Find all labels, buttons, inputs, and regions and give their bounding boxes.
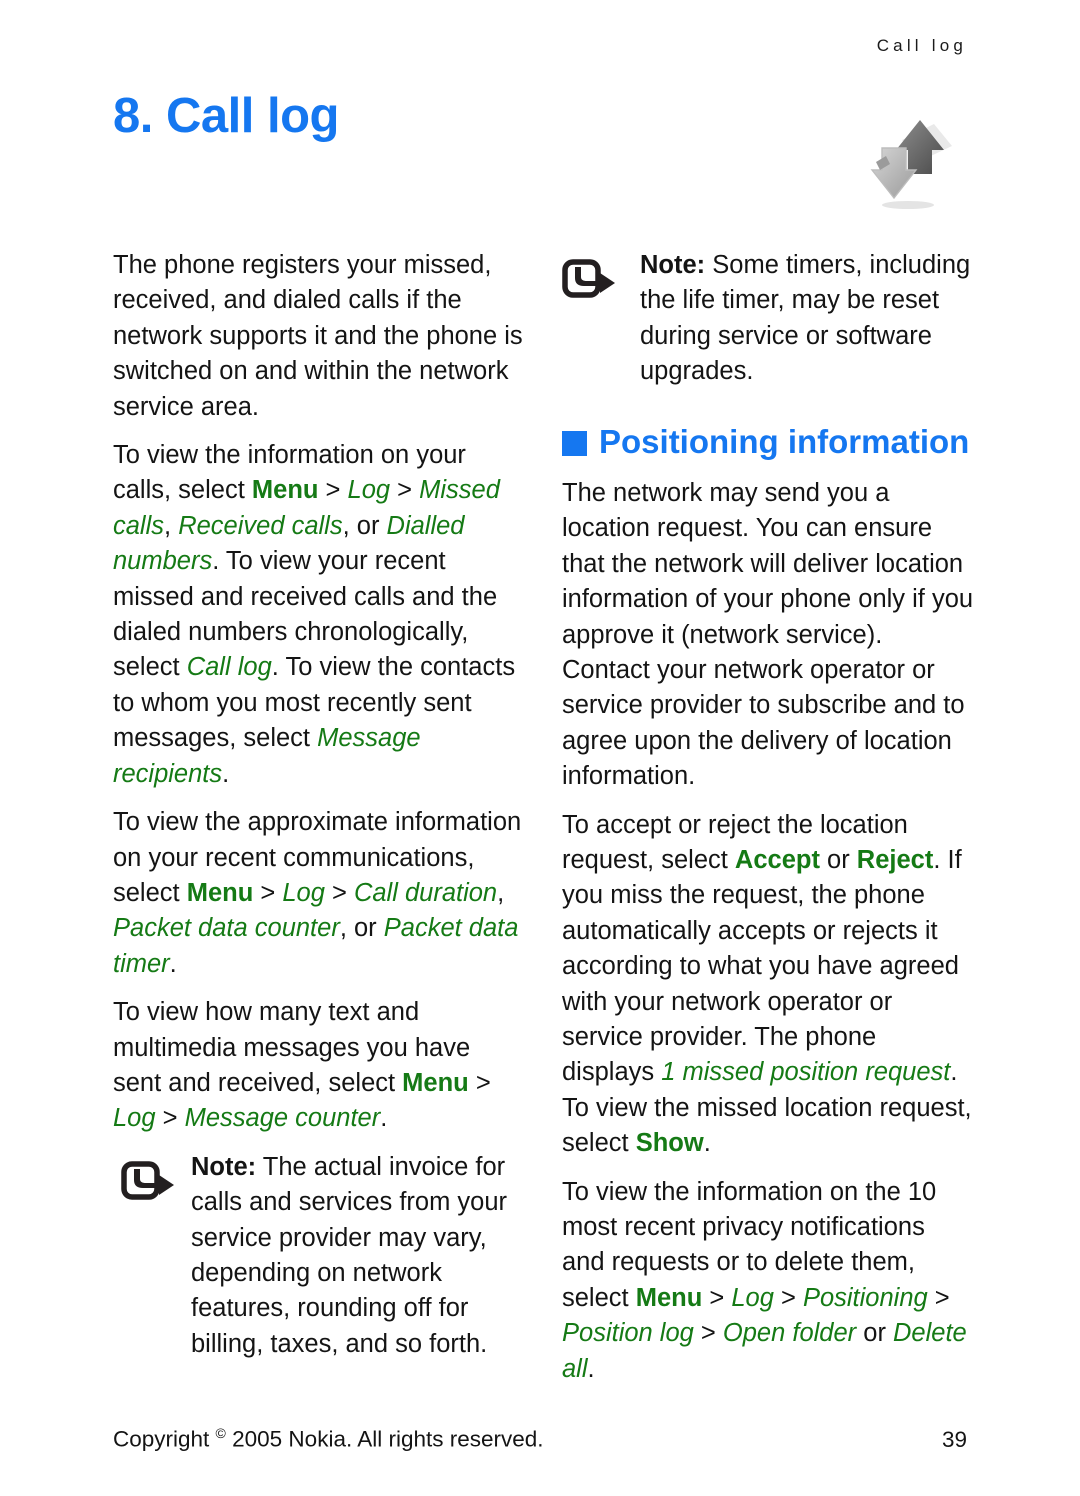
param-call-duration: Call duration — [353, 878, 498, 907]
text-run: Copyright — [113, 1426, 216, 1452]
blue-square-bullet-icon — [562, 430, 587, 456]
text-run: or — [819, 845, 857, 874]
param-received-calls: Received calls — [178, 511, 343, 540]
separator: > — [468, 1068, 491, 1097]
text-run: . — [169, 949, 177, 978]
call-log-arrows-icon — [856, 112, 966, 212]
separator: > — [927, 1283, 950, 1312]
gui-term-accept: Accept — [734, 845, 820, 874]
paragraph-accept-reject: To accept or reject the location request… — [562, 808, 974, 1162]
paragraph-intro: The phone registers your missed, receive… — [113, 251, 523, 421]
gui-term-show: Show — [635, 1129, 704, 1158]
text-run: . — [587, 1354, 595, 1383]
page-footer: Copyright © 2005 Nokia. All rights reser… — [113, 1425, 967, 1453]
note-label: Note: — [191, 1152, 257, 1181]
param-packet-data-counter: Packet data counter — [113, 914, 340, 943]
note-arrow-icon — [562, 259, 622, 301]
paragraph-privacy-notifications: To view the information on the 10 most r… — [562, 1175, 974, 1387]
copyright-symbol: © — [215, 1425, 226, 1441]
paragraph-approximate-info: To view the approximate information on y… — [113, 805, 525, 982]
left-column: The phone registers your missed, receive… — [113, 248, 525, 1375]
text-run: , or — [339, 914, 384, 943]
param-log: Log — [113, 1104, 156, 1133]
param-log: Log — [731, 1283, 774, 1312]
separator: > — [155, 1104, 185, 1133]
text-run: The actual invoice for calls and service… — [191, 1152, 508, 1358]
gui-term-menu: Menu — [251, 476, 319, 505]
note-label: Note: — [640, 251, 706, 279]
text-run: . — [703, 1129, 711, 1158]
param-missed-position-request: 1 missed position request — [661, 1058, 951, 1087]
text-run: 2005 Nokia. All rights reserved. — [225, 1426, 544, 1452]
gui-term-reject: Reject — [856, 845, 934, 874]
param-log: Log — [347, 476, 391, 505]
param-open-folder: Open folder — [722, 1319, 857, 1348]
text-run: or — [856, 1319, 894, 1348]
separator: > — [390, 476, 420, 505]
document-page: Call log 8. Call log The phone registers… — [0, 0, 1080, 1496]
note-text: Note: The actual invoice for calls and s… — [191, 1150, 521, 1362]
gui-term-menu: Menu — [635, 1283, 703, 1312]
running-header: Call log — [876, 36, 967, 55]
param-message-counter: Message counter — [184, 1104, 381, 1133]
text-run: . If you miss the request, the phone aut… — [562, 845, 962, 1087]
text-run: , — [164, 511, 179, 540]
page-title: 8. Call log — [113, 89, 339, 143]
right-column: Note: Some timers, including the life ti… — [562, 248, 974, 1387]
gui-term-menu: Menu — [186, 878, 254, 907]
paragraph-location-request: The network may send you a location requ… — [562, 478, 974, 791]
separator: > — [693, 1319, 723, 1348]
text-run: . — [380, 1104, 388, 1133]
param-position-log: Position log — [562, 1319, 694, 1348]
section-title: Positioning information — [599, 422, 970, 460]
paragraph-view-call-info: To view the information on your calls, s… — [113, 438, 525, 792]
separator: > — [773, 1283, 803, 1312]
text-run: . — [222, 759, 230, 788]
note-block-invoice: Note: The actual invoice for calls and s… — [113, 1150, 525, 1362]
separator: > — [324, 878, 354, 907]
param-positioning: Positioning — [802, 1283, 928, 1312]
param-log: Log — [282, 878, 325, 907]
note-text: Note: Some timers, including the life ti… — [640, 248, 974, 390]
page-number: 39 — [941, 1426, 967, 1452]
separator: > — [253, 878, 283, 907]
text-run: , or — [342, 511, 387, 540]
param-call-log: Call log — [186, 653, 272, 682]
separator: > — [318, 476, 348, 505]
gui-term-menu: Menu — [402, 1068, 469, 1097]
text-run: , — [497, 878, 505, 907]
section-heading-positioning-information: Positioning information — [562, 422, 974, 460]
paragraph-message-counter: To view how many text and multimedia mes… — [113, 995, 525, 1137]
separator: > — [702, 1283, 732, 1312]
note-block-timers: Note: Some timers, including the life ti… — [562, 248, 974, 390]
note-arrow-icon — [121, 1161, 177, 1203]
footer-copyright: Copyright © 2005 Nokia. All rights reser… — [113, 1425, 544, 1453]
